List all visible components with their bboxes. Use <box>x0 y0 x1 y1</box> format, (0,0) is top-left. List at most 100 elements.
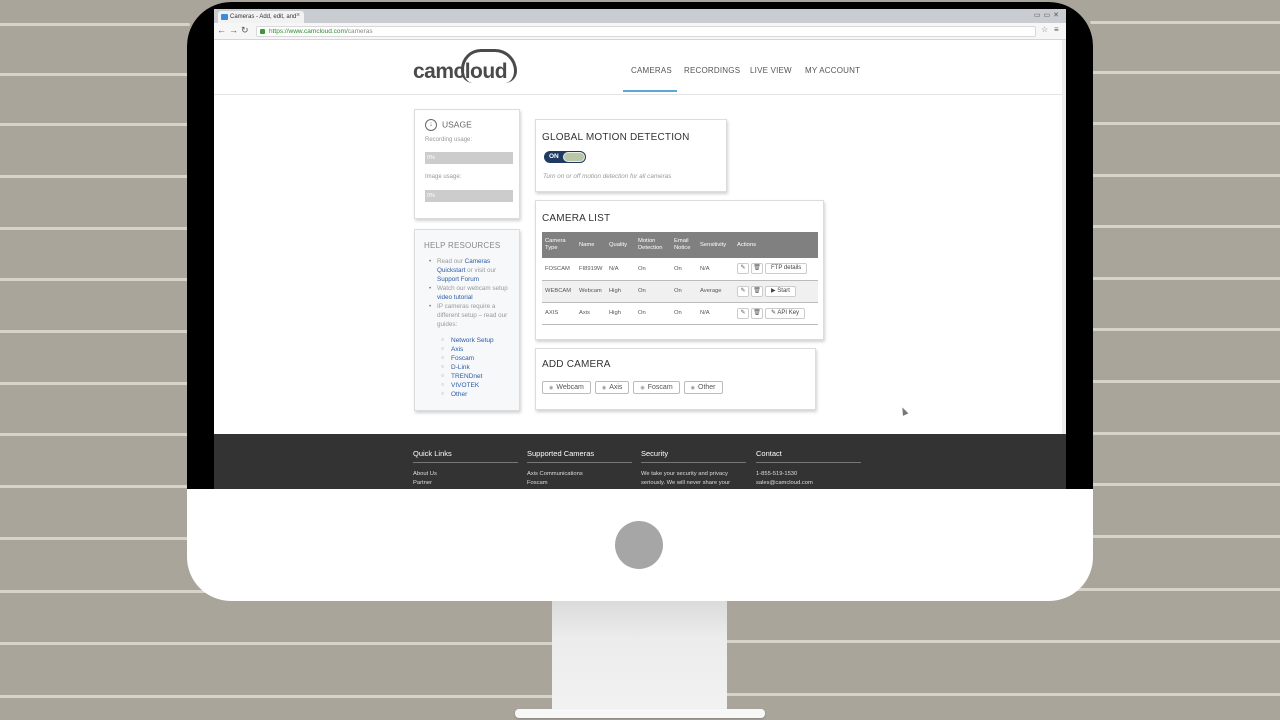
nav-cameras[interactable]: CAMERAS <box>631 66 672 75</box>
footer-heading: Supported Cameras <box>527 449 632 463</box>
browser-tab[interactable]: Cameras - Add, edit, and × <box>218 11 304 23</box>
browser-menu-icon[interactable]: ≡ <box>1054 25 1059 34</box>
footer-phone[interactable]: 1-855-519-1530 <box>756 470 861 479</box>
table-header-row: Camera Type Name Quality Motion Detectio… <box>542 232 818 258</box>
guide-link[interactable]: Other <box>441 390 494 399</box>
cell-name: FI8919W <box>576 258 606 281</box>
help-item: Watch our webcam setup video tutorial <box>427 284 515 302</box>
guide-link[interactable]: Foscam <box>441 354 494 363</box>
close-icon[interactable]: × <box>296 12 300 19</box>
nav-recordings[interactable]: RECORDINGS <box>684 66 740 75</box>
bookmark-star-icon[interactable]: ☆ <box>1041 25 1048 34</box>
browser-tab-bar: Cameras - Add, edit, and × ▭▭✕ <box>214 9 1066 23</box>
cell-sensitivity: N/A <box>697 302 734 325</box>
url-path: cameras <box>347 28 373 35</box>
toggle-label: ON <box>549 153 559 160</box>
wifi-icon: ◉ <box>601 385 607 391</box>
camera-icon: ◉ <box>549 385 554 391</box>
site-footer: Quick Links About Us Partner Supported C… <box>214 434 1066 489</box>
table-row: FOSCAM FI8919W N/A On On N/A ✎ 🗑 FTP detai… <box>542 258 818 281</box>
button-label: Foscam <box>647 384 673 391</box>
nav-live-view[interactable]: LIVE VIEW <box>750 66 792 75</box>
edit-icon[interactable]: ✎ <box>737 285 749 297</box>
nav-my-account[interactable]: MY ACCOUNT <box>805 66 860 75</box>
cell-name: Webcam <box>576 280 606 303</box>
guide-link[interactable]: Axis <box>441 345 494 354</box>
camera-table: Camera Type Name Quality Motion Detectio… <box>542 232 818 325</box>
guide-link[interactable]: VIVOTEK <box>441 381 494 390</box>
guide-link[interactable]: TRENDnet <box>441 372 494 381</box>
url-host: https://www.camcloud.com/ <box>269 28 348 35</box>
address-bar[interactable]: https://www.camcloud.com/cameras <box>256 26 1036 37</box>
camera-list-panel: CAMERA LIST Camera Type Name Quality Mot… <box>535 200 824 340</box>
monitor: Cameras - Add, edit, and × ▭▭✕ ←→↻ https… <box>187 2 1093 601</box>
edit-icon[interactable]: ✎ <box>737 307 749 319</box>
column-header: Motion Detection <box>635 232 671 258</box>
footer-security: Security We take your security and priva… <box>641 449 746 488</box>
footer-text: We take your security and privacy <box>641 471 728 477</box>
monitor-stand-base <box>515 709 765 718</box>
delete-icon[interactable]: 🗑 <box>751 263 763 275</box>
table-row: AXIS Axis High On On N/A ✎ 🗑 ✎ API Key <box>542 302 818 325</box>
help-resources-title: HELP RESOURCES <box>424 241 501 250</box>
button-label: API Key <box>777 309 800 316</box>
column-header: Name <box>576 232 606 258</box>
cell-camera-type: WEBCAM <box>542 280 576 303</box>
recording-usage-label: Recording usage: <box>425 137 473 143</box>
footer-link[interactable]: Partner <box>413 479 518 488</box>
cell-sensitivity: N/A <box>697 258 734 281</box>
play-icon: ▶ <box>771 287 776 294</box>
cell-email: On <box>671 302 697 325</box>
button-label: FTP details <box>771 265 802 272</box>
help-resources-panel: HELP RESOURCES Read our Cameras Quicksta… <box>414 229 520 411</box>
delete-icon[interactable]: 🗑 <box>751 307 763 319</box>
cell-actions: ✎ 🗑 ✎ API Key <box>734 302 818 325</box>
wifi-icon: ◉ <box>640 385 645 391</box>
guide-link[interactable]: Network Setup <box>441 336 494 345</box>
footer-heading: Security <box>641 449 746 463</box>
footer-link[interactable]: Foscam <box>527 479 632 488</box>
help-item: IP cameras require a different setup – r… <box>427 302 515 329</box>
help-item: Read our Cameras Quickstart or visit our… <box>427 257 515 284</box>
delete-icon[interactable]: 🗑 <box>751 285 763 297</box>
button-label: Start <box>777 287 790 294</box>
cell-actions: ✎ 🗑 FTP details <box>734 258 818 281</box>
site-header: camcloud CAMERAS RECORDINGS LIVE VIEW MY… <box>214 40 1066 95</box>
guide-link[interactable]: D-Link <box>441 363 494 372</box>
global-motion-title: GLOBAL MOTION DETECTION <box>542 132 690 143</box>
edit-icon[interactable]: ✎ <box>737 263 749 275</box>
footer-text: seriously. We will never share your <box>641 480 731 486</box>
add-foscam-button[interactable]: ◉ Foscam <box>633 381 680 394</box>
add-camera-buttons: ◉ Webcam ◉ Axis ◉ Foscam ◉ Other <box>542 381 725 394</box>
navigation-arrows-icon[interactable]: ←→↻ <box>217 25 252 36</box>
cell-quality: High <box>606 302 635 325</box>
video-tutorial-link[interactable]: video tutorial <box>437 294 473 301</box>
page-scrollbar[interactable] <box>1062 40 1066 434</box>
lock-icon <box>260 29 265 34</box>
cell-actions: ✎ 🗑 ▶ Start <box>734 280 818 303</box>
cell-camera-type: FOSCAM <box>542 258 576 281</box>
column-header: Sensitivity <box>697 232 734 258</box>
site-logo[interactable]: camcloud <box>413 60 508 84</box>
footer-email[interactable]: sales@camcloud.com <box>756 479 861 488</box>
power-button[interactable] <box>615 521 663 569</box>
add-other-button[interactable]: ◉ Other <box>683 381 723 394</box>
footer-link[interactable]: Axis Communications <box>527 470 632 479</box>
image-usage-label: Image usage: <box>425 174 462 180</box>
footer-link[interactable]: About Us <box>413 470 518 479</box>
add-axis-button[interactable]: ◉ Axis <box>594 381 630 394</box>
global-motion-panel: GLOBAL MOTION DETECTION ON Turn on or of… <box>535 119 727 192</box>
image-usage-bar: 0% <box>425 190 513 202</box>
wifi-icon: ◉ <box>690 385 695 391</box>
window-controls[interactable]: ▭▭✕ <box>1034 11 1062 19</box>
mouse-cursor-icon <box>899 406 909 416</box>
add-webcam-button[interactable]: ◉ Webcam <box>542 381 591 394</box>
download-icon: ↓ <box>425 119 437 131</box>
start-button[interactable]: ▶ Start <box>765 285 796 297</box>
api-key-button[interactable]: ✎ API Key <box>765 307 806 319</box>
support-forum-link[interactable]: Support Forum <box>437 276 479 283</box>
motion-detection-toggle[interactable]: ON <box>544 151 586 163</box>
cell-camera-type: AXIS <box>542 302 576 325</box>
ftp-details-button[interactable]: FTP details <box>765 263 808 275</box>
monitor-stand <box>552 598 727 714</box>
